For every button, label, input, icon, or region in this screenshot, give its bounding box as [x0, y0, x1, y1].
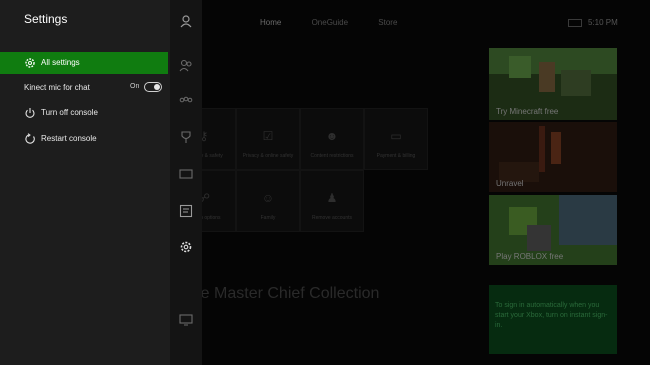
signin-text: To sign in automatically when you start … [495, 302, 608, 329]
settings-gear-icon[interactable] [178, 240, 194, 256]
all-settings-item[interactable]: All settings [0, 52, 168, 74]
gear-icon [24, 57, 36, 69]
toggle-icon [144, 82, 162, 92]
battery-icon [568, 19, 582, 27]
party-icon[interactable] [178, 94, 194, 110]
kinect-mic-label: Kinect mic for chat [24, 83, 90, 92]
lock-icon: ☑ [262, 129, 274, 143]
power-icon [24, 107, 36, 119]
toggle-state: On [130, 83, 140, 90]
family-icon: ☻ [325, 129, 339, 143]
tab-oneguide[interactable]: OneGuide [312, 18, 348, 27]
tile-remove-accounts[interactable]: ♟ Remove accounts [300, 170, 364, 232]
card-icon: ▭ [390, 129, 402, 143]
friends-icon[interactable] [178, 58, 194, 74]
toggle-knob [154, 84, 160, 90]
card-minecraft[interactable]: Try Minecraft free [489, 48, 617, 120]
person-icon: ♟ [326, 191, 338, 205]
tab-home[interactable]: Home [260, 18, 281, 27]
all-settings-label: All settings [41, 58, 80, 67]
group-icon: ☺ [261, 191, 275, 205]
tile-payment[interactable]: ▭ Payment & billing [364, 108, 428, 170]
achievements-icon[interactable] [178, 130, 194, 146]
card-roblox[interactable]: Play ROBLOX free [489, 195, 617, 265]
turn-off-label: Turn off console [41, 108, 98, 117]
restart-icon [24, 133, 36, 145]
collection-title: The Master Chief Collection [182, 285, 380, 302]
top-nav: Home OneGuide Store [260, 18, 425, 27]
profile-icon[interactable] [178, 14, 194, 30]
clock: 5:10 PM [588, 18, 618, 27]
restart-label: Restart console [41, 134, 97, 143]
signin-card[interactable]: To sign in automatically when you start … [489, 285, 617, 354]
turn-off-console-item[interactable]: Turn off console [0, 102, 168, 124]
xbox-screen: Home OneGuide Store 5:10 PM ⚷ Security &… [0, 0, 650, 365]
notifications-icon[interactable] [178, 204, 194, 220]
guide-icon-rail [170, 0, 202, 365]
tile-privacy[interactable]: ☑ Privacy & online safety [236, 108, 300, 170]
tile-family[interactable]: ☺ Family [236, 170, 300, 232]
panel-title: Settings [24, 12, 68, 26]
restart-console-item[interactable]: Restart console [0, 128, 168, 150]
kinect-mic-item[interactable]: Kinect mic for chat On [0, 77, 168, 99]
snap-icon[interactable] [178, 313, 194, 329]
tab-store[interactable]: Store [378, 18, 397, 27]
card-unravel[interactable]: Unravel [489, 122, 617, 192]
tile-content-restrictions[interactable]: ☻ Content restrictions [300, 108, 364, 170]
messages-icon[interactable] [178, 167, 194, 183]
settings-panel: Settings All settings Kinect mic for cha… [0, 0, 170, 365]
